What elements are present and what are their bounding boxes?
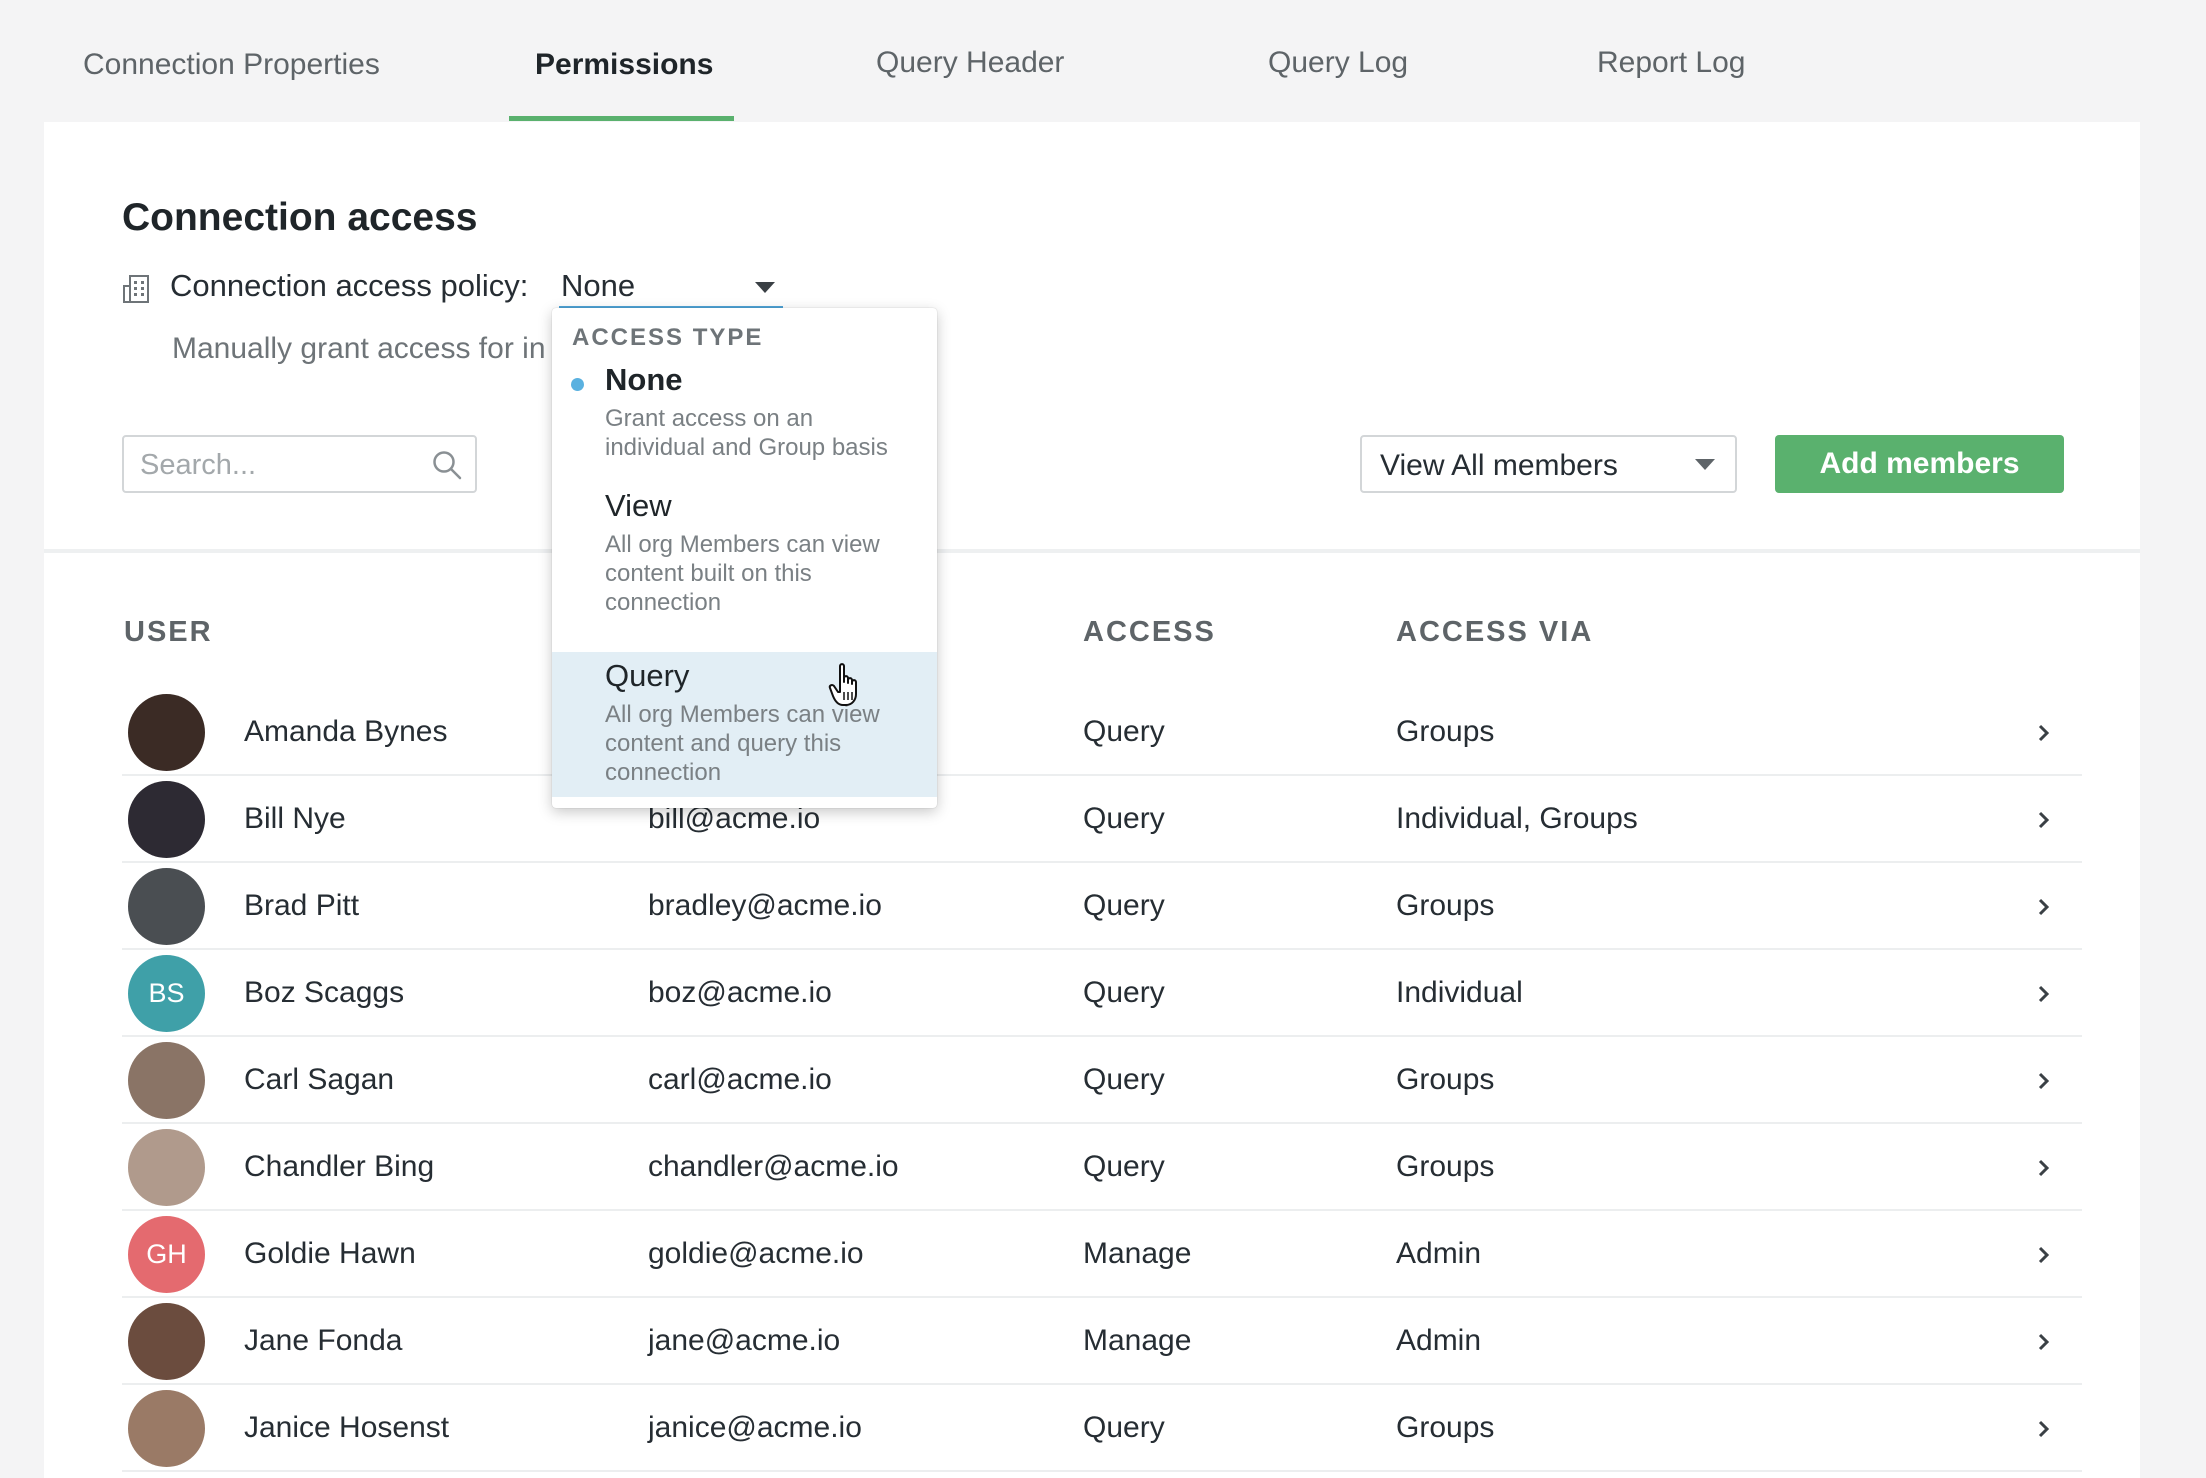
avatar [128, 781, 205, 858]
policy-select[interactable]: None [559, 264, 783, 308]
table-row[interactable]: GH Goldie Hawn goldie@acme.io Manage Adm… [122, 1211, 2082, 1298]
member-access-via: Admin [1396, 1237, 1482, 1270]
table-row[interactable]: Brad Pitt bradley@acme.io Query Groups [122, 863, 2082, 950]
avatar [128, 1390, 205, 1467]
tab-bar: Connection Properties Permissions Query … [0, 0, 2206, 122]
option-description: All org Members can view content and que… [605, 701, 880, 786]
chevron-right-icon[interactable] [2034, 982, 2054, 1006]
member-name: Boz Scaggs [244, 976, 405, 1009]
member-email: chandler@acme.io [648, 1150, 899, 1183]
search-icon[interactable] [431, 449, 463, 481]
member-access: Query [1083, 1150, 1165, 1183]
option-query[interactable]: Query All org Members can view content a… [552, 652, 937, 797]
caret-down-icon [1695, 459, 1715, 470]
section-title: Connection access [122, 196, 478, 239]
option-description: All org Members can view content built o… [605, 531, 880, 616]
policy-label: Connection access policy: [170, 268, 529, 303]
member-name: Carl Sagan [244, 1063, 395, 1096]
tab-permissions[interactable]: Permissions [535, 48, 713, 82]
member-name: Bill Nye [244, 802, 346, 835]
hand-cursor-icon [828, 663, 857, 706]
selected-dot-icon [571, 378, 584, 391]
member-access: Query [1083, 1063, 1165, 1096]
column-header-access-via: ACCESS VIA [1396, 616, 1594, 648]
divider [44, 549, 2140, 553]
table-row[interactable]: Carl Sagan carl@acme.io Query Groups [122, 1037, 2082, 1124]
member-name: Amanda Bynes [244, 715, 448, 748]
avatar [128, 868, 205, 945]
table-row[interactable]: BS Boz Scaggs boz@acme.io Query Individu… [122, 950, 2082, 1037]
member-access-via: Groups [1396, 715, 1495, 748]
tab-query-log[interactable]: Query Log [1268, 46, 1408, 80]
member-filter-select[interactable]: View All members [1360, 435, 1737, 493]
member-access-via: Individual [1396, 976, 1523, 1009]
caret-down-icon [755, 282, 775, 293]
chevron-right-icon[interactable] [2034, 895, 2054, 919]
tab-report-log[interactable]: Report Log [1597, 46, 1745, 80]
member-name: Goldie Hawn [244, 1237, 416, 1270]
member-access-via: Admin [1396, 1324, 1482, 1357]
member-access: Query [1083, 715, 1165, 748]
access-type-dropdown: ACCESS TYPE None Grant access on an indi… [552, 308, 937, 808]
search-input[interactable] [140, 447, 420, 483]
option-title: None [605, 362, 683, 397]
tab-query-header[interactable]: Query Header [876, 46, 1064, 80]
member-access-via: Individual, Groups [1396, 802, 1638, 835]
member-email: carl@acme.io [648, 1063, 832, 1096]
member-email: goldie@acme.io [648, 1237, 864, 1270]
member-access: Query [1083, 976, 1165, 1009]
chevron-right-icon[interactable] [2034, 1069, 2054, 1093]
member-email: bradley@acme.io [648, 889, 882, 922]
tab-connection-properties[interactable]: Connection Properties [83, 48, 380, 82]
chevron-right-icon[interactable] [2034, 1330, 2054, 1354]
member-access-via: Groups [1396, 889, 1495, 922]
chevron-right-icon[interactable] [2034, 1243, 2054, 1267]
column-header-user: USER [124, 616, 213, 648]
avatar: GH [128, 1216, 205, 1293]
policy-select-value: None [561, 268, 636, 303]
option-title: View [605, 488, 672, 523]
member-access: Manage [1083, 1237, 1192, 1270]
member-access: Query [1083, 889, 1165, 922]
avatar [128, 1042, 205, 1119]
member-access: Query [1083, 802, 1165, 835]
chevron-right-icon[interactable] [2034, 721, 2054, 745]
member-name: Brad Pitt [244, 889, 360, 922]
chevron-right-icon[interactable] [2034, 808, 2054, 832]
add-members-button[interactable]: Add members [1775, 435, 2064, 493]
table-row[interactable]: Jane Fonda jane@acme.io Manage Admin [122, 1298, 2082, 1385]
member-access: Manage [1083, 1324, 1192, 1357]
active-tab-indicator [509, 116, 734, 121]
table-row[interactable]: Bill Nye bill@acme.io Query Individual, … [122, 776, 2082, 863]
policy-help-text: Manually grant access for in [172, 332, 546, 365]
option-title: Query [605, 658, 690, 693]
avatar [128, 1129, 205, 1206]
member-name: Janice Hosenst [244, 1411, 450, 1444]
avatar [128, 1303, 205, 1380]
table-row[interactable]: Janice Hosenst janice@acme.io Query Grou… [122, 1385, 2082, 1472]
chevron-right-icon[interactable] [2034, 1417, 2054, 1441]
member-access-via: Groups [1396, 1063, 1495, 1096]
member-access-via: Groups [1396, 1411, 1495, 1444]
member-name: Jane Fonda [244, 1324, 403, 1357]
avatar: BS [128, 955, 205, 1032]
building-icon [123, 275, 149, 303]
option-description: Grant access on an individual and Group … [605, 405, 888, 461]
dropdown-header: ACCESS TYPE [572, 324, 764, 351]
table-row[interactable]: Chandler Bing chandler@acme.io Query Gro… [122, 1124, 2082, 1211]
member-email: janice@acme.io [648, 1411, 862, 1444]
member-name: Chandler Bing [244, 1150, 435, 1183]
chevron-right-icon[interactable] [2034, 1156, 2054, 1180]
member-email: boz@acme.io [648, 976, 832, 1009]
member-access: Query [1083, 1411, 1165, 1444]
avatar [128, 694, 205, 771]
option-none[interactable]: None Grant access on an individual and G… [552, 356, 937, 482]
member-filter-value: View All members [1380, 449, 1618, 482]
table-row[interactable]: Amanda Bynes Query Groups [122, 689, 2082, 776]
column-header-access: ACCESS [1083, 616, 1216, 648]
option-view[interactable]: View All org Members can view content bu… [552, 482, 937, 652]
member-access-via: Groups [1396, 1150, 1495, 1183]
search-box [122, 435, 477, 493]
member-email: jane@acme.io [648, 1324, 841, 1357]
